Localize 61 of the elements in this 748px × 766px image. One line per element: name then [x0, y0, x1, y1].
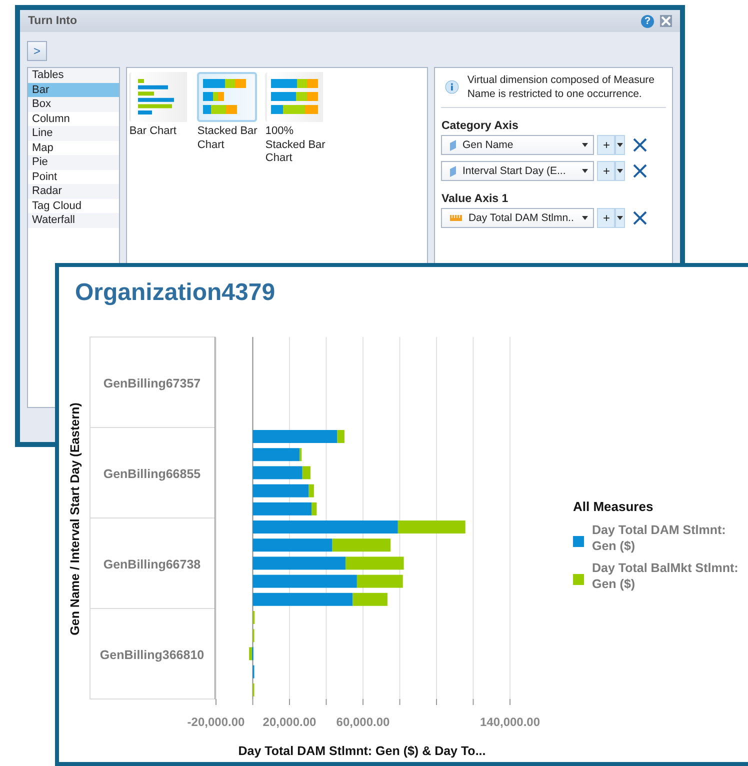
add-button[interactable]: +: [597, 208, 616, 228]
bar-segment: [252, 611, 255, 624]
legend-title: All Measures: [573, 499, 654, 514]
category-label: GenBilling66738: [103, 557, 201, 572]
chart-type-item[interactable]: Box: [28, 97, 120, 112]
chart-type-item[interactable]: Column: [28, 112, 120, 126]
chart-type-item[interactable]: Pie: [28, 155, 120, 170]
y-axis-title: Gen Name / Interval Start Day (Eastern): [68, 402, 82, 636]
caret-icon: [617, 143, 624, 147]
dropdown-field[interactable]: Gen Name: [441, 135, 594, 155]
dimension-icon: [450, 140, 456, 150]
dimension-icon: [450, 166, 456, 176]
expand-button[interactable]: >: [27, 41, 47, 61]
chart-type-item[interactable]: Waterfall: [28, 213, 120, 228]
chart-type-item[interactable]: Map: [28, 140, 120, 155]
caret-icon: [582, 143, 588, 147]
chart-variant-thumbnail[interactable]: [265, 72, 326, 122]
close-icon[interactable]: [660, 15, 672, 27]
chart-type-item[interactable]: Bar: [28, 82, 120, 97]
info-message: Virtual dimension composed of Measure Name is restricted to one occurrence.: [467, 74, 656, 101]
measure-icon: [450, 215, 462, 221]
legend-label: Day Total BalMkt Stlmnt: Gen ($): [592, 560, 740, 592]
tick-label: 140,000.00: [480, 715, 540, 729]
dialog-title: Turn Into: [28, 15, 78, 27]
dropdown-button[interactable]: [615, 208, 626, 228]
remove-icon[interactable]: [633, 164, 648, 178]
chart-type-item[interactable]: Line: [28, 126, 120, 140]
dropdown-field[interactable]: Interval Start Day (E...: [441, 161, 594, 181]
remove-icon[interactable]: [633, 211, 648, 225]
axis-heading: Category Axis: [441, 120, 520, 132]
chart-type-item[interactable]: Point: [28, 170, 120, 184]
chart-variant-label: Stacked Bar Chart: [197, 125, 258, 152]
help-button[interactable]: ?: [641, 14, 654, 28]
dropdown-field[interactable]: Day Total DAM Stlmn..: [441, 208, 594, 228]
category-label: GenBilling67357: [103, 376, 201, 390]
chart-variant-label: Bar Chart: [129, 125, 178, 138]
chart-type-item[interactable]: Tables: [28, 68, 120, 82]
axis-heading: Value Axis 1: [441, 193, 510, 205]
tick-label: -20,000.00: [187, 715, 245, 729]
bar-segment: [332, 538, 391, 552]
dropdown-button[interactable]: [615, 161, 626, 181]
chart-variant-thumbnail[interactable]: [129, 72, 190, 122]
add-button[interactable]: +: [597, 135, 616, 155]
chart-variant-thumbnail[interactable]: [197, 72, 258, 122]
caret-icon: [582, 169, 588, 173]
remove-icon[interactable]: [633, 138, 648, 152]
chart-variant-label: 100% Stacked Bar Chart: [265, 125, 326, 166]
legend-label: Day Total DAM Stlmnt: Gen ($): [592, 522, 727, 554]
chart-type-item[interactable]: Radar: [28, 184, 120, 198]
tick-label: 60,000.00: [336, 715, 390, 729]
add-button[interactable]: +: [597, 161, 616, 181]
dropdown-button[interactable]: [615, 135, 626, 155]
caret-icon: [617, 169, 624, 173]
caret-icon: [582, 216, 588, 220]
report-title: Organization4379: [74, 278, 276, 308]
x-axis-title: Day Total DAM Stlmnt: Gen ($) & Day To...: [238, 744, 486, 758]
chart-type-item[interactable]: Tag Cloud: [28, 198, 120, 213]
caret-icon: [617, 216, 624, 220]
category-label: GenBilling366810: [100, 648, 204, 662]
category-label: GenBilling66855: [103, 466, 201, 481]
tick-label: 20,000.00: [262, 715, 316, 729]
